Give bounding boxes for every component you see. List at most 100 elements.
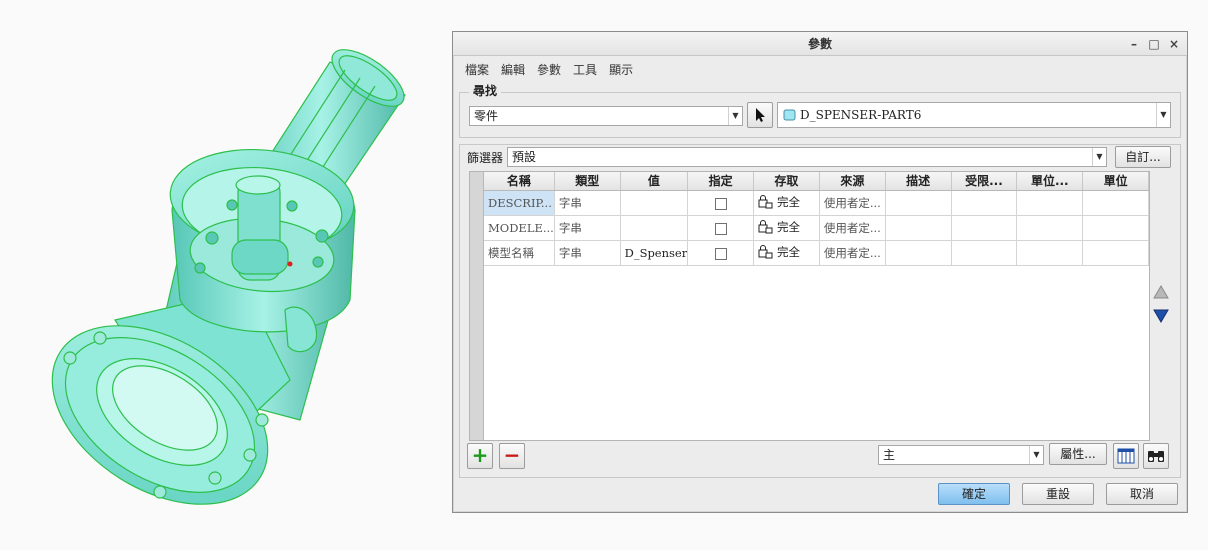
filter-select[interactable]: 預設 ▼ xyxy=(507,147,1107,167)
cell-type[interactable]: 字串 xyxy=(554,215,621,241)
ok-button[interactable]: 確定 xyxy=(938,483,1010,505)
parameters-table[interactable]: 名稱 類型 值 指定 存取 來源 描述 受限... 單位... 單位 DESCR… xyxy=(469,171,1150,441)
menu-parameters[interactable]: 參數 xyxy=(533,61,569,78)
chevron-down-icon: ▼ xyxy=(1092,148,1106,166)
cancel-button[interactable]: 取消 xyxy=(1106,483,1178,505)
menu-file[interactable]: 檔案 xyxy=(461,61,497,78)
column-header-value[interactable]: 值 xyxy=(620,172,689,191)
customize-button[interactable]: 自訂... xyxy=(1115,146,1171,168)
find-button[interactable] xyxy=(1143,443,1169,469)
maximize-button[interactable]: □ xyxy=(1147,32,1161,56)
menu-bar: 檔案 編輯 參數 工具 顯示 xyxy=(453,56,1187,82)
access-label: 完全 xyxy=(776,194,800,209)
cell-unit[interactable] xyxy=(1082,215,1149,241)
dialog-title: 參數 xyxy=(807,37,832,51)
column-header-unit[interactable]: 單位 xyxy=(1082,172,1149,191)
3d-part-model xyxy=(51,49,406,505)
cell-restricted[interactable] xyxy=(951,215,1018,241)
cell-value[interactable] xyxy=(620,190,689,216)
cell-unit-type[interactable] xyxy=(1016,215,1084,241)
cell-designate xyxy=(687,215,754,241)
menu-view[interactable]: 顯示 xyxy=(605,61,641,78)
column-header-name[interactable]: 名稱 xyxy=(484,172,555,191)
cell-designate xyxy=(687,190,754,216)
cell-type[interactable]: 字串 xyxy=(554,190,621,216)
table-header-row: 名稱 類型 值 指定 存取 來源 描述 受限... 單位... 單位 xyxy=(484,172,1149,191)
object-select[interactable]: D_SPENSER-PART6 ▼ xyxy=(777,102,1171,128)
remove-parameter-button[interactable]: − xyxy=(499,443,525,469)
column-header-designate[interactable]: 指定 xyxy=(687,172,754,191)
origin-point xyxy=(287,261,293,267)
cell-name[interactable]: MODELE... xyxy=(484,215,555,241)
object-type-select[interactable]: 零件 ▼ xyxy=(469,106,743,126)
column-header-source[interactable]: 來源 xyxy=(819,172,886,191)
cell-name[interactable]: DESCRIP... xyxy=(484,190,555,216)
cell-source[interactable]: 使用者定... xyxy=(819,190,886,216)
cell-restricted[interactable] xyxy=(951,240,1018,266)
model-viewport[interactable] xyxy=(0,0,450,550)
menu-tools[interactable]: 工具 xyxy=(569,61,605,78)
cell-access[interactable]: 完全 xyxy=(753,215,820,241)
cell-unit-type[interactable] xyxy=(1016,190,1084,216)
chevron-down-icon: ▼ xyxy=(1156,103,1170,127)
table-row[interactable]: 模型名稱 字串 D_Spenser 完全 使用者定... xyxy=(484,240,1149,266)
dialog-titlebar: 參數 – □ × xyxy=(453,32,1187,56)
cell-access[interactable]: 完全 xyxy=(753,190,820,216)
designate-checkbox[interactable] xyxy=(714,247,727,260)
main-value: 主 xyxy=(883,448,896,462)
designate-checkbox[interactable] xyxy=(714,197,727,210)
columns-icon xyxy=(1117,448,1135,464)
cell-designate xyxy=(687,240,754,266)
cell-source[interactable]: 使用者定... xyxy=(819,215,886,241)
triangle-up-icon[interactable] xyxy=(1153,284,1169,300)
chevron-down-icon: ▼ xyxy=(728,107,742,125)
cell-unit[interactable] xyxy=(1082,190,1149,216)
minimize-button[interactable]: – xyxy=(1127,32,1141,56)
lock-icon xyxy=(758,219,773,233)
filter-value: 預設 xyxy=(512,150,537,164)
reset-button[interactable]: 重設 xyxy=(1022,483,1094,505)
cell-value[interactable]: D_Spenser xyxy=(620,240,689,266)
table-row[interactable]: MODELE... 字串 完全 使用者定... xyxy=(484,215,1149,241)
cell-value[interactable] xyxy=(620,215,689,241)
table-columns-button[interactable] xyxy=(1113,443,1139,469)
cell-unit-type[interactable] xyxy=(1016,240,1084,266)
part-icon xyxy=(783,109,796,121)
cell-description[interactable] xyxy=(885,215,952,241)
lock-icon xyxy=(758,244,773,258)
cell-unit[interactable] xyxy=(1082,240,1149,266)
filter-label: 篩選器 xyxy=(467,151,504,165)
chevron-down-icon: ▼ xyxy=(1029,446,1043,464)
binoculars-icon xyxy=(1148,451,1164,462)
column-header-type[interactable]: 類型 xyxy=(554,172,621,191)
arrow-cursor-icon xyxy=(756,108,765,122)
menu-edit[interactable]: 編輯 xyxy=(497,61,533,78)
triangle-down-icon[interactable] xyxy=(1153,308,1169,324)
table-row[interactable]: DESCRIP... 字串 完全 使用者定... xyxy=(484,190,1149,216)
column-header-description[interactable]: 描述 xyxy=(885,172,952,191)
object-value: D_SPENSER-PART6 xyxy=(800,108,922,122)
cell-type[interactable]: 字串 xyxy=(554,240,621,266)
cell-source[interactable]: 使用者定... xyxy=(819,240,886,266)
cell-name[interactable]: 模型名稱 xyxy=(484,240,555,266)
column-header-access[interactable]: 存取 xyxy=(753,172,820,191)
access-label: 完全 xyxy=(776,244,800,259)
access-label: 完全 xyxy=(776,219,800,234)
column-header-restricted[interactable]: 受限... xyxy=(951,172,1018,191)
cell-restricted[interactable] xyxy=(951,190,1018,216)
parameters-dialog: 參數 – □ × 檔案 編輯 參數 工具 顯示 尋找 零件 ▼ D_SPENSE… xyxy=(452,31,1188,513)
properties-button[interactable]: 屬性... xyxy=(1049,443,1107,465)
object-type-value: 零件 xyxy=(474,109,499,123)
cell-description[interactable] xyxy=(885,240,952,266)
lock-icon xyxy=(758,194,773,208)
cell-access[interactable]: 完全 xyxy=(753,240,820,266)
cell-description[interactable] xyxy=(885,190,952,216)
main-select[interactable]: 主 ▼ xyxy=(878,445,1044,465)
find-group-label: 尋找 xyxy=(469,82,502,99)
close-button[interactable]: × xyxy=(1167,32,1181,56)
designate-checkbox[interactable] xyxy=(714,222,727,235)
select-object-button[interactable] xyxy=(747,102,773,128)
add-parameter-button[interactable]: + xyxy=(467,443,493,469)
row-header-column xyxy=(470,172,484,440)
column-header-unit-type[interactable]: 單位... xyxy=(1016,172,1084,191)
